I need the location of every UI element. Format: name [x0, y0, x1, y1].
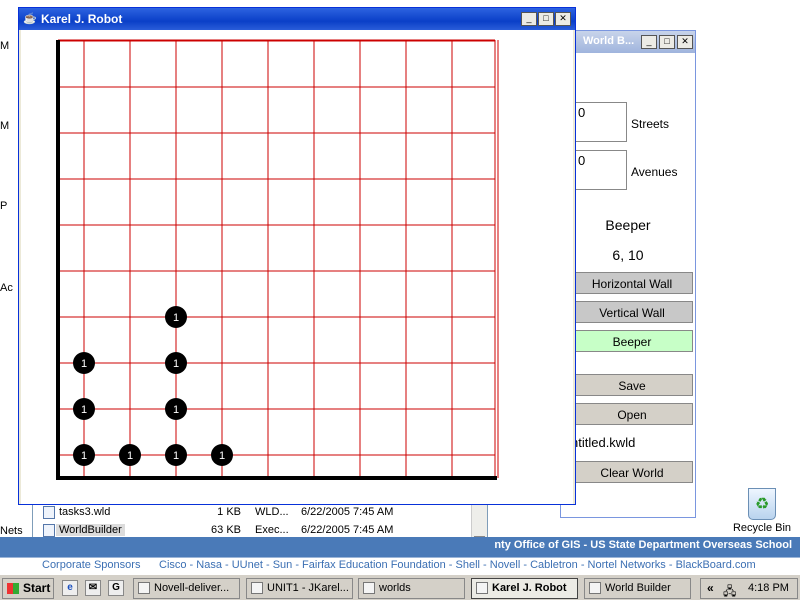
file-type: WLD... [255, 506, 289, 518]
desktop-icon-label[interactable]: Ac [0, 282, 13, 294]
window-icon [476, 582, 488, 594]
taskbar-button-label: Novell-deliver... [154, 582, 230, 594]
sponsors-label: Corporate Sponsors [42, 559, 141, 571]
system-tray: « 🖧 4:18 PM [700, 578, 798, 599]
maximize-icon[interactable]: □ [659, 35, 675, 49]
taskbar-button-label: worlds [379, 582, 411, 594]
groupwise-icon[interactable]: G [108, 580, 124, 596]
beeper-count: 1 [173, 450, 179, 462]
beeper-button[interactable]: Beeper [571, 330, 693, 352]
world-builder-title: World B... [583, 35, 635, 47]
taskbar-button-label: Karel J. Robot [492, 582, 567, 594]
close-icon[interactable]: ✕ [677, 35, 693, 49]
beeper-count: 1 [81, 358, 87, 370]
maximize-icon[interactable]: □ [538, 12, 554, 26]
file-date: 6/22/2005 7:45 AM [301, 506, 394, 518]
file-size: 1 KB [217, 506, 241, 518]
taskbar: Start e ✉ G Novell-deliver... UNIT1 - JKa… [0, 574, 800, 600]
taskbar-button[interactable]: UNIT1 - JKarel... [246, 578, 353, 599]
minimize-icon[interactable]: _ [641, 35, 657, 49]
beeper-count: 1 [173, 312, 179, 324]
world-builder-title-bar[interactable]: World B... _ □ ✕ [561, 31, 695, 53]
avenues-input[interactable]: 0 [571, 150, 627, 190]
avenues-label: Avenues [631, 165, 678, 179]
filename-label: ntitled.kwld [571, 435, 636, 450]
mode-label: Beeper [605, 217, 651, 233]
window-icon [363, 582, 375, 594]
streets-label: Streets [631, 117, 670, 131]
taskbar-button[interactable]: Karel J. Robot [471, 578, 578, 599]
file-name: tasks3.wld [59, 506, 111, 518]
minimize-icon[interactable]: _ [521, 12, 537, 26]
tray-expand-icon[interactable]: « [707, 581, 714, 595]
java-cup-icon: ☕ [23, 13, 37, 25]
taskbar-button[interactable]: Novell-deliver... [133, 578, 240, 599]
window-icon [589, 582, 601, 594]
executable-file-icon [43, 524, 55, 537]
wld-file-icon [43, 506, 55, 519]
recycle-bin[interactable]: Recycle Bin [732, 488, 792, 534]
taskbar-button[interactable]: worlds [358, 578, 465, 599]
karel-world-grid[interactable]: 1 1 1 1 1 1 1 1 1 [21, 30, 573, 504]
taskbar-button-label: World Builder [605, 582, 671, 594]
beeper-count: 1 [127, 450, 133, 462]
beeper-count: 1 [81, 404, 87, 416]
file-name: WorldBuilder [56, 524, 125, 536]
taskbar-button-label: UNIT1 - JKarel... [267, 582, 349, 594]
clock: 4:18 PM [748, 582, 789, 594]
sponsors-bar: Corporate Sponsors Cisco - Nasa - UUnet … [0, 557, 800, 574]
streets-input[interactable]: 0 [571, 102, 627, 142]
world-builder-window: World B... _ □ ✕ 0 Streets 0 Avenues Bee… [560, 30, 696, 518]
recycle-bin-icon [748, 488, 776, 520]
window-icon [251, 582, 263, 594]
internet-explorer-icon[interactable]: e [62, 580, 78, 596]
coordinates-readout: 6, 10 [612, 247, 644, 263]
mail-icon[interactable]: ✉ [85, 580, 101, 596]
karel-window: ☕ Karel J. Robot _ □ ✕ 1 1 1 1 1 1 1 1 1 [18, 7, 576, 505]
sponsors-list: Cisco - Nasa - UUnet - Sun - Fairfax Edu… [159, 559, 756, 571]
file-date: 6/22/2005 7:45 AM [301, 524, 394, 536]
banner-text: nty Office of GIS - US State Department … [494, 539, 792, 551]
world-builder-panel: 0 Streets 0 Avenues Beeper 6, 10 Horizon… [561, 53, 695, 517]
beeper-count: 1 [173, 358, 179, 370]
karel-title-bar[interactable]: ☕ Karel J. Robot _ □ ✕ [19, 8, 575, 30]
beeper-count: 1 [219, 450, 225, 462]
clear-world-button[interactable]: Clear World [571, 461, 693, 483]
start-button[interactable]: Start [2, 578, 54, 599]
file-type: Exec... [255, 524, 289, 536]
horizontal-wall-button[interactable]: Horizontal Wall [571, 272, 693, 294]
file-row[interactable]: tasks3.wld 1 KB WLD... 6/22/2005 7:45 AM [41, 505, 471, 521]
desktop-icon-label[interactable]: M [0, 40, 9, 52]
file-size: 63 KB [211, 524, 241, 536]
karel-world-area: 1 1 1 1 1 1 1 1 1 [21, 30, 573, 504]
beeper-count: 1 [173, 404, 179, 416]
karel-title: Karel J. Robot [41, 12, 123, 26]
desktop-icon-label[interactable]: M [0, 120, 9, 132]
window-icon [138, 582, 150, 594]
taskbar-button[interactable]: World Builder [584, 578, 691, 599]
open-button[interactable]: Open [571, 403, 693, 425]
beeper-count: 1 [81, 450, 87, 462]
recycle-bin-label: Recycle Bin [732, 522, 792, 534]
school-banner: nty Office of GIS - US State Department … [0, 537, 800, 557]
close-icon[interactable]: ✕ [555, 12, 571, 26]
vertical-wall-button[interactable]: Vertical Wall [571, 301, 693, 323]
desktop-icon-label[interactable]: P [0, 200, 7, 212]
save-button[interactable]: Save [571, 374, 693, 396]
desktop-icon-label[interactable]: Nets [0, 525, 23, 537]
